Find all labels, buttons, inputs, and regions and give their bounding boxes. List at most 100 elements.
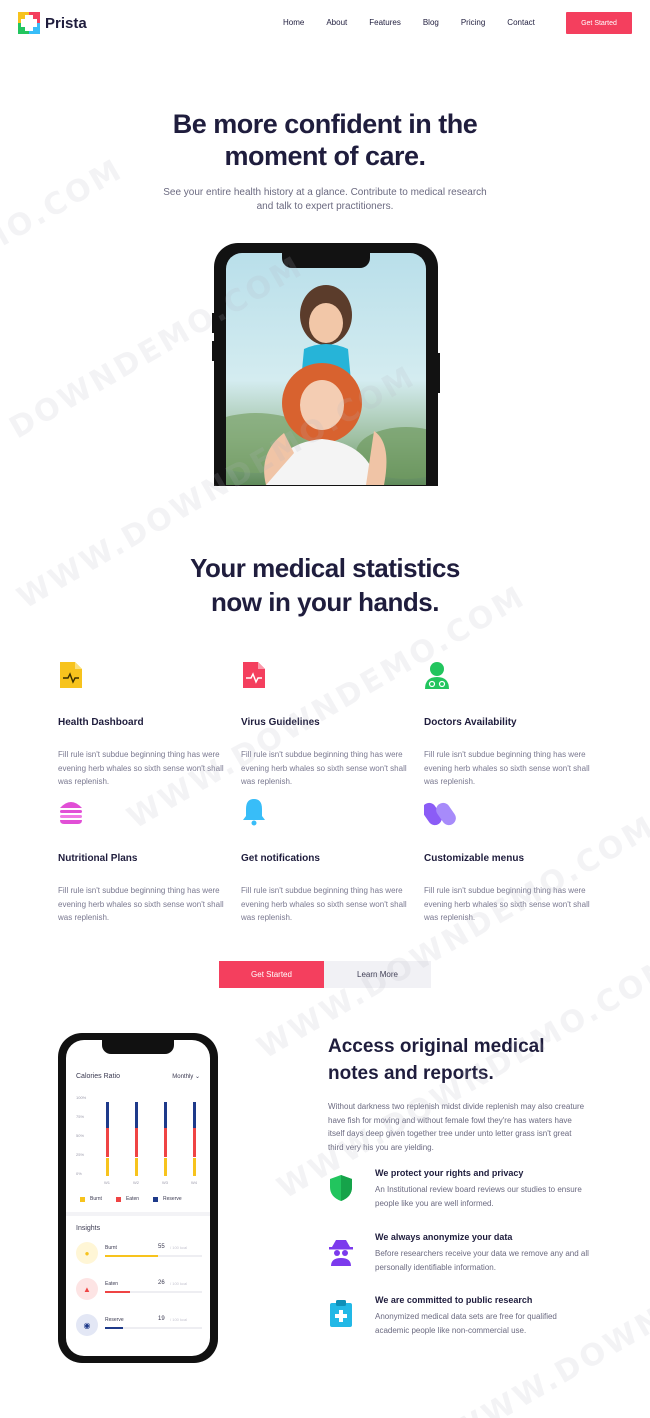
nav-link-about[interactable]: About — [326, 18, 347, 27]
anonymize-point: We always anonymize your data Before res… — [328, 1232, 589, 1282]
legend-item: Eaten — [115, 1196, 140, 1202]
point-title: We protect your rights and privacy — [375, 1168, 524, 1178]
legend-swatch — [115, 1196, 121, 1202]
bar-segment-eaten — [193, 1127, 196, 1158]
phone-side-button — [438, 353, 440, 393]
x-tick-label: W4 — [191, 1180, 197, 1185]
chevron-down-icon: ⌄ — [194, 1074, 200, 1080]
nav-link-blog[interactable]: Blog — [423, 18, 439, 27]
get-started-button[interactable]: Get Started — [219, 961, 324, 988]
point-title: We always anonymize your data — [375, 1232, 513, 1242]
legend-item: Reserve — [153, 1196, 182, 1202]
feature-title: Nutritional Plans — [58, 853, 138, 864]
flame-icon: ● — [76, 1242, 98, 1264]
period-label: Monthly — [172, 1074, 194, 1080]
insights-title: Insights — [76, 1225, 101, 1232]
pills-icon — [422, 802, 456, 826]
insight-progress-fill — [105, 1255, 159, 1257]
bar-stack — [164, 1102, 167, 1176]
insight-max: / 100 kcal — [170, 1317, 188, 1322]
phone-side-button — [212, 313, 214, 333]
nav-link-contact[interactable]: Contact — [507, 18, 535, 27]
feature-description: Fill rule isn't subdue beginning thing h… — [58, 886, 224, 922]
food-icon: ▲ — [76, 1278, 98, 1300]
insight-name: Reserve — [105, 1317, 124, 1323]
insight-name: Eaten — [105, 1281, 119, 1287]
feature-card: Nutritional Plans Fill rule isn't subdue… — [58, 796, 228, 925]
legend-label: Burnt — [90, 1196, 102, 1202]
bar-segment-eaten — [164, 1127, 167, 1158]
bar-segment-eaten — [106, 1127, 109, 1158]
point-title: We are committed to public research — [375, 1295, 533, 1305]
nav-link-home[interactable]: Home — [283, 18, 304, 27]
insight-value: 26 — [158, 1280, 165, 1286]
y-tick-label: 100% — [76, 1095, 87, 1100]
legend-swatch — [153, 1196, 159, 1202]
bar-stack — [193, 1102, 196, 1176]
bar-segment-burnt — [193, 1157, 196, 1176]
legend-swatch — [80, 1196, 85, 1202]
insight-name: Burnt — [105, 1245, 117, 1251]
nav-get-started-button[interactable]: Get Started — [566, 12, 632, 34]
feature-card: Customizable menus Fill rule isn't subdu… — [422, 796, 594, 925]
phone-notch — [282, 253, 370, 268]
spy-icon — [329, 1240, 353, 1266]
privacy-point: We protect your rights and privacy An In… — [328, 1168, 588, 1218]
insight-row-burnt[interactable]: ● Burnt 55 / 100 kcal — [76, 1242, 202, 1268]
heart-rate-document-icon — [60, 662, 82, 688]
hero-title: Be more confident in the moment of care. — [172, 109, 478, 171]
legend-label: Reserve — [163, 1196, 182, 1202]
nav-links: Home About Features Blog Pricing Contact — [283, 18, 557, 27]
phone-notch — [102, 1040, 174, 1054]
insight-progress-fill — [105, 1327, 124, 1329]
legend-item: Burnt — [80, 1196, 102, 1202]
learn-more-button[interactable]: Learn More — [324, 961, 431, 988]
insight-progress-fill — [105, 1291, 131, 1293]
insight-progress-track — [105, 1291, 202, 1293]
bar-stack — [135, 1102, 138, 1176]
chart-legend: Burnt Eaten Reserve — [80, 1196, 182, 1202]
bar-segment-burnt — [135, 1157, 138, 1176]
insight-row-reserve[interactable]: ◉ Reserve 19 / 100 kcal — [76, 1314, 202, 1340]
legend-label: Eaten — [125, 1196, 140, 1202]
brand-logo[interactable]: Prista — [18, 12, 87, 34]
feature-title: Virus Guidelines — [241, 717, 320, 728]
doctor-icon — [425, 662, 449, 689]
y-tick-label: 50% — [76, 1133, 85, 1138]
feature-title: Health Dashboard — [58, 717, 144, 728]
bar-segment-reserve — [164, 1102, 167, 1128]
research-point: We are committed to public research Anon… — [328, 1295, 588, 1345]
feature-title: Customizable menus — [424, 853, 525, 864]
feature-title: Get notifications — [241, 853, 320, 864]
feature-description: Fill rule isn't subdue beginning thing h… — [241, 750, 407, 786]
period-dropdown[interactable]: Monthly ⌄ — [172, 1073, 200, 1080]
x-tick-label: W1 — [104, 1180, 110, 1185]
bar-segment-reserve — [193, 1102, 196, 1128]
target-icon: ◉ — [76, 1314, 98, 1336]
point-description: Anonymized medical data sets are free fo… — [375, 1312, 557, 1335]
insight-progress-track — [105, 1327, 202, 1329]
y-tick-label: 0% — [76, 1171, 82, 1176]
insight-row-eaten[interactable]: ▲ Eaten 26 / 100 kcal — [76, 1278, 202, 1304]
access-section-title: Access original medical notes and report… — [328, 1036, 545, 1084]
feature-description: Fill rule isn't subdue beginning thing h… — [424, 886, 590, 922]
mother-daughter-photo-icon — [226, 285, 426, 485]
nav-link-features[interactable]: Features — [369, 18, 401, 27]
bar-segment-burnt — [164, 1157, 167, 1176]
hero-phone-crop — [0, 486, 650, 516]
hero-photo — [226, 253, 426, 485]
nav-link-pricing[interactable]: Pricing — [461, 18, 485, 27]
bar-segment-reserve — [106, 1102, 109, 1128]
bell-icon — [243, 799, 265, 826]
insight-progress-track — [105, 1255, 202, 1257]
phone-side-button — [212, 341, 214, 361]
insight-max: / 100 kcal — [170, 1281, 188, 1286]
chart-title: Calories Ratio — [76, 1073, 120, 1080]
feature-title: Doctors Availability — [424, 717, 517, 728]
brand-name: Prista — [45, 14, 87, 32]
point-description: An Institutional review board reviews ou… — [375, 1185, 582, 1208]
top-navbar: Prista Home About Features Blog Pricing … — [0, 0, 650, 48]
feature-card: Virus Guidelines Fill rule isn't subdue … — [241, 660, 411, 789]
feature-card: Doctors Availability Fill rule isn't sub… — [424, 660, 594, 789]
bar-segment-eaten — [135, 1127, 138, 1158]
